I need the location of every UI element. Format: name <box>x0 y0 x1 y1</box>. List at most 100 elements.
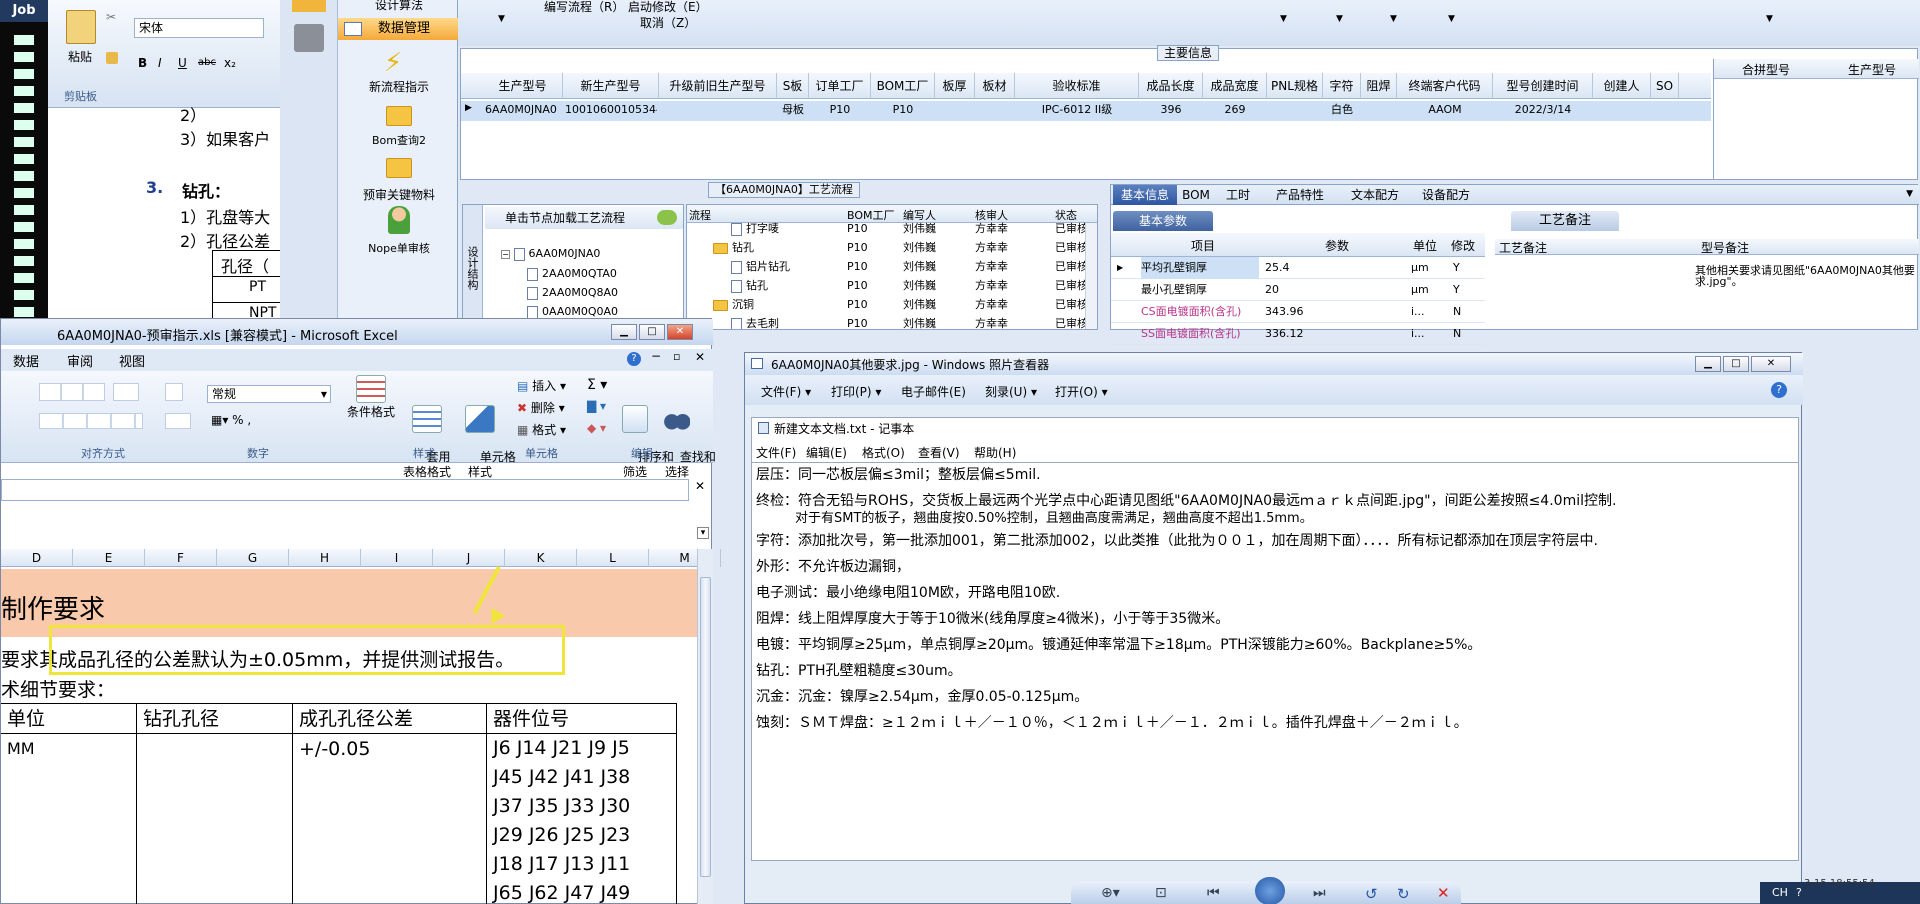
column-H[interactable]: H <box>289 549 361 567</box>
tab-0[interactable]: 基本信息 <box>1113 185 1177 205</box>
table-row[interactable]: CS面电镀面积(含孔) 343.96 i... N <box>1111 301 1485 323</box>
nav-item-design[interactable]: 设计算法 <box>342 0 456 11</box>
calculator-icon[interactable] <box>294 24 324 52</box>
bold-button[interactable]: B <box>138 56 147 70</box>
new-flow-button[interactable]: 新流程指示 <box>342 78 456 95</box>
strike-button[interactable]: abc <box>198 57 216 68</box>
column-D[interactable]: D <box>1 549 73 567</box>
sum-icon[interactable]: Σ ▾ <box>587 377 607 393</box>
orientation-button[interactable] <box>113 383 139 401</box>
table-row[interactable]: 去毛刺 P10 刘伟巍 方幸幸 已审核 <box>687 314 1088 329</box>
help-icon[interactable]: ? <box>627 352 641 366</box>
column-F[interactable]: F <box>145 549 217 567</box>
notepad-menu-view[interactable]: 查看(V) <box>918 444 960 461</box>
viewer-menu-burn[interactable]: 刻录(U) ▾ <box>985 383 1037 400</box>
clear-icon[interactable]: ◆ ▾ <box>587 421 606 435</box>
col-15[interactable]: 型号创建时间 <box>1493 73 1593 99</box>
fill-icon[interactable]: ▇ ▾ <box>587 399 606 413</box>
col-0[interactable]: 生产型号 <box>483 73 563 99</box>
col-1[interactable]: 新生产型号 <box>563 73 659 99</box>
maximize-button[interactable]: □ <box>639 324 665 340</box>
col-8[interactable]: 验收标准 <box>1015 73 1139 99</box>
notepad-menu-help[interactable]: 帮助(H) <box>974 444 1016 461</box>
align-top-button[interactable] <box>39 383 105 401</box>
col-prod-model[interactable]: 生产型号 <box>1848 61 1896 78</box>
conditional-format-button[interactable]: 条件格式 <box>345 375 397 420</box>
subscript-button[interactable]: x₂ <box>224 56 236 70</box>
tab-review[interactable]: 审阅 <box>67 351 93 370</box>
table-row[interactable]: 钻孔 P10 刘伟巍 方幸幸 已审核 <box>687 238 1088 257</box>
menu-start-modify[interactable]: 启动修改（E） <box>628 0 708 15</box>
column-G[interactable]: G <box>217 549 289 567</box>
minimize-icon[interactable]: − <box>651 349 661 363</box>
table-row[interactable]: 打字唛 P10 刘伟巍 方幸幸 已审核 <box>687 219 1088 238</box>
help-icon[interactable]: ? <box>1771 382 1787 398</box>
paste-icon[interactable] <box>66 10 96 44</box>
close-icon[interactable]: ✕ <box>695 479 705 493</box>
format-button[interactable]: ▦ 格式 ▾ <box>517 421 566 438</box>
next-icon[interactable]: ⏭ <box>1313 885 1326 901</box>
lightning-icon[interactable]: ⚡ <box>384 48 402 78</box>
col-modify[interactable]: 修改 <box>1451 237 1475 254</box>
insert-button[interactable]: ▤ 插入 ▾ <box>517 377 566 394</box>
column-K[interactable]: K <box>505 549 577 567</box>
chevron-down-icon[interactable]: ▼ <box>1280 14 1287 24</box>
restore-icon[interactable]: ▫ <box>673 350 680 363</box>
minimize-button[interactable]: ▁ <box>1695 356 1721 372</box>
rotate-left-icon[interactable]: ↺ <box>1365 885 1378 903</box>
scrollbar[interactable] <box>1085 223 1097 329</box>
find-select-button[interactable]: 查找和 选择 <box>657 375 716 495</box>
notepad-menu-file[interactable]: 文件(F) <box>756 444 796 461</box>
viewer-menu-print[interactable]: 打印(P) ▾ <box>831 383 881 400</box>
col-4[interactable]: 订单工厂 <box>809 73 871 99</box>
col-model-remark[interactable]: 型号备注 <box>1701 239 1749 256</box>
table-row[interactable]: 钻孔 P10 刘伟巍 方幸幸 已审核 <box>687 276 1088 295</box>
notepad-menu-format[interactable]: 格式(O) <box>862 444 905 461</box>
expand-icon[interactable]: ▾ <box>697 527 709 539</box>
cut-icon[interactable]: ✂ <box>106 10 116 24</box>
cell-style-button[interactable]: 单元格 样式 <box>457 375 516 495</box>
scrollbar[interactable] <box>697 549 713 904</box>
column-E[interactable]: E <box>73 549 145 567</box>
tab-1[interactable]: BOM <box>1177 185 1215 205</box>
column-J[interactable]: J <box>433 549 505 567</box>
col-param[interactable]: 参数 <box>1325 237 1349 254</box>
tree-root[interactable]: − 6AA0M0JNA0 <box>501 247 600 261</box>
currency-button[interactable]: ▦▾ % , <box>211 413 251 427</box>
table-row[interactable]: SS面电镀面积(含孔) 336.12 i... N <box>1111 323 1485 345</box>
table-row[interactable]: 铝片钻孔 P10 刘伟巍 方幸幸 已审核 <box>687 257 1088 276</box>
chevron-down-icon[interactable]: ▼ <box>1906 189 1913 199</box>
tree-node[interactable]: 0AA0M0Q0A0 <box>527 305 618 319</box>
table-row[interactable]: 最小孔壁铜厚 20 μm Y <box>1111 279 1485 301</box>
italic-button[interactable]: I <box>158 56 162 70</box>
minimize-button[interactable]: ▁ <box>611 324 637 340</box>
format-painter-icon[interactable] <box>106 52 118 64</box>
col-item[interactable]: 项目 <box>1191 237 1215 254</box>
help-icon[interactable]: ? <box>1796 886 1802 899</box>
col-14[interactable]: 终端客户代码 <box>1397 73 1493 99</box>
format-as-table-button[interactable]: 套用 表格格式 <box>399 375 455 495</box>
menu-cancel[interactable]: 取消（Z） <box>640 14 696 31</box>
paste-label[interactable]: 粘贴 <box>68 48 92 65</box>
zoom-icon[interactable]: ⊕▾ <box>1101 885 1120 901</box>
calendar-icon[interactable] <box>292 0 326 12</box>
col-11[interactable]: PNL规格 <box>1267 73 1323 99</box>
col-13[interactable]: 阻焊 <box>1361 73 1397 99</box>
rotate-right-icon[interactable]: ↻ <box>1397 885 1410 903</box>
col-unit[interactable]: 单位 <box>1413 237 1437 254</box>
chat-icon[interactable] <box>657 210 677 225</box>
font-name-box[interactable]: 宋体 <box>134 18 264 38</box>
delete-icon[interactable]: ✕ <box>1437 884 1450 902</box>
col-12[interactable]: 字符 <box>1323 73 1361 99</box>
close-button[interactable]: ✕ <box>1751 356 1791 372</box>
sort-filter-button[interactable]: 排序和 筛选 <box>615 375 674 495</box>
col-3[interactable]: S板 <box>777 73 809 99</box>
col-9[interactable]: 成品长度 <box>1139 73 1203 99</box>
underline-button[interactable]: U <box>178 56 187 70</box>
bom-query-button[interactable]: Bom查询2 <box>342 132 456 148</box>
col-7[interactable]: 板材 <box>975 73 1015 99</box>
tree-node[interactable]: 2AA0M0Q8A0 <box>527 286 618 300</box>
col-16[interactable]: 创建人 <box>1593 73 1651 99</box>
previous-icon[interactable]: ⏮ <box>1207 885 1220 901</box>
folder-icon[interactable] <box>386 158 412 178</box>
